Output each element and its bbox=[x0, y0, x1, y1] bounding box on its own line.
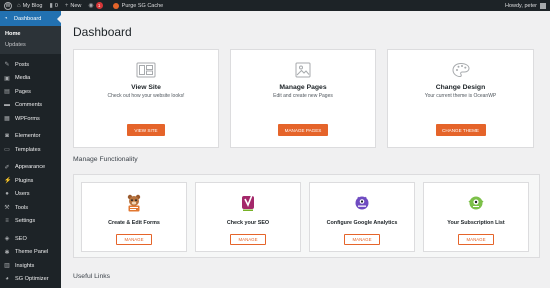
page-title: Dashboard bbox=[73, 25, 132, 39]
notification-badge: 1 bbox=[95, 2, 103, 9]
sidebar-item-media[interactable]: ▣ Media bbox=[0, 72, 61, 86]
yoast-seo-icon bbox=[242, 194, 254, 211]
wrench-icon: ⚒ bbox=[4, 205, 10, 212]
sidebar-item-sg-optimizer[interactable]: ◕ SG Optimizer bbox=[0, 273, 61, 287]
sidebar-item-elementor[interactable]: ◙ Elementor bbox=[0, 130, 61, 144]
manage-forms-button[interactable]: MANAGE bbox=[116, 234, 152, 245]
optinmonster-icon bbox=[468, 196, 484, 210]
website-layout-icon bbox=[136, 62, 156, 78]
function-title: Your Subscription List bbox=[447, 220, 505, 226]
sidebar-item-plugins[interactable]: ⚡ Plugins bbox=[0, 174, 61, 188]
comment-icon: ▬ bbox=[4, 102, 10, 109]
plug-icon: ⚡ bbox=[4, 178, 12, 185]
user-icon: ● bbox=[5, 191, 9, 198]
admin-bar: W ⌂ My Blog ▮ 0 + New ◉ 1 Purge SG Cache… bbox=[0, 0, 550, 11]
image-page-icon bbox=[295, 62, 311, 78]
function-title: Check your SEO bbox=[226, 220, 270, 226]
site-name-link[interactable]: ⌂ My Blog bbox=[17, 3, 43, 9]
sliders-icon: ≡ bbox=[5, 218, 9, 225]
home-icon: ⌂ bbox=[17, 2, 21, 9]
wordpress-logo-icon[interactable]: W bbox=[4, 1, 12, 10]
sidebar-item-templates[interactable]: ▭ Templates bbox=[0, 143, 61, 157]
function-title: Configure Google Analytics bbox=[326, 220, 398, 226]
card-subtitle: Check out how your website looks! bbox=[107, 93, 185, 99]
change-design-card: Change Design Your current theme is Ocea… bbox=[387, 49, 534, 148]
seo-icon: ◈ bbox=[4, 236, 10, 243]
card-subtitle: Edit and create new Pages bbox=[273, 93, 333, 99]
submenu-updates[interactable]: Updates bbox=[0, 39, 61, 50]
folder-icon: ▭ bbox=[4, 147, 10, 154]
sidebar-item-posts[interactable]: ✎ Posts bbox=[0, 58, 61, 72]
card-title: Change Design bbox=[435, 84, 486, 91]
admin-sidebar: ◔ Dashboard Home Updates ✎ Posts ▣ Media ▤… bbox=[0, 11, 61, 288]
section-heading-functionality: Manage Functionality bbox=[73, 156, 138, 163]
card-title: Manage Pages bbox=[279, 84, 327, 91]
media-icon: ▣ bbox=[4, 75, 10, 82]
sidebar-item-appearance[interactable]: ✐ Appearance bbox=[0, 161, 61, 175]
main-content: Dashboard View Site Check out how your w… bbox=[61, 11, 550, 288]
monsterinsights-icon bbox=[355, 196, 369, 210]
functionality-panel: Create & Edit Forms MANAGE Check your SE… bbox=[73, 174, 540, 258]
sidebar-item-wpforms[interactable]: ▦ WPForms bbox=[0, 112, 61, 126]
sidebar-item-settings[interactable]: ≡ Settings bbox=[0, 215, 61, 229]
analytics-function-card: Configure Google Analytics MANAGE bbox=[309, 182, 415, 252]
subscription-function-card: Your Subscription List MANAGE bbox=[423, 182, 529, 252]
sidebar-item-seo[interactable]: ◈ SEO bbox=[0, 232, 61, 246]
account-menu[interactable]: Howdy, peter bbox=[505, 0, 546, 11]
notification-icon: ◉ bbox=[88, 3, 94, 9]
view-site-card: View Site Check out how your website loo… bbox=[73, 49, 219, 148]
manage-analytics-button[interactable]: MANAGE bbox=[344, 234, 380, 245]
sidebar-item-theme-panel[interactable]: ✱ Theme Panel bbox=[0, 246, 61, 260]
comment-icon: ▮ bbox=[49, 3, 53, 9]
sidebar-item-users[interactable]: ● Users bbox=[0, 188, 61, 202]
comments-link[interactable]: ▮ 0 bbox=[49, 2, 58, 10]
wpforms-bear-icon bbox=[127, 194, 141, 212]
seo-function-card: Check your SEO MANAGE bbox=[195, 182, 301, 252]
plus-icon: + bbox=[64, 2, 69, 9]
pin-icon: ✎ bbox=[4, 62, 10, 69]
siteground-icon bbox=[112, 2, 119, 9]
dashboard-submenu: Home Updates bbox=[0, 26, 61, 54]
sidebar-item-tools[interactable]: ⚒ Tools bbox=[0, 201, 61, 215]
chart-icon: ▥ bbox=[4, 263, 10, 270]
sidebar-item-comments[interactable]: ▬ Comments bbox=[0, 99, 61, 113]
notifications-link[interactable]: ◉ 1 bbox=[88, 2, 105, 9]
manage-subscriptions-button[interactable]: MANAGE bbox=[458, 234, 494, 245]
view-site-button[interactable]: VIEW SITE bbox=[127, 124, 165, 136]
sidebar-item-dashboard[interactable]: ◔ Dashboard bbox=[0, 11, 61, 26]
palette-icon bbox=[451, 62, 470, 78]
card-subtitle: Your current theme is OceanWP bbox=[424, 93, 497, 99]
elementor-icon: ◙ bbox=[5, 133, 9, 140]
purge-cache-link[interactable]: Purge SG Cache bbox=[112, 2, 163, 9]
gear-icon: ✱ bbox=[4, 249, 10, 256]
brush-icon: ✐ bbox=[4, 164, 10, 171]
new-content-link[interactable]: + New bbox=[65, 3, 82, 9]
manage-pages-button[interactable]: MANAGE PAGES bbox=[278, 124, 328, 136]
submenu-home[interactable]: Home bbox=[0, 28, 61, 39]
form-icon: ▦ bbox=[4, 116, 10, 123]
change-theme-button[interactable]: CHANGE THEME bbox=[435, 124, 486, 136]
dashboard-icon: ◔ bbox=[4, 15, 8, 22]
section-heading-useful-links: Useful Links bbox=[73, 273, 111, 280]
manage-seo-button[interactable]: MANAGE bbox=[230, 234, 266, 245]
function-title: Create & Edit Forms bbox=[108, 220, 160, 226]
sidebar-item-insights[interactable]: ▥ Insights bbox=[0, 259, 61, 273]
forms-function-card: Create & Edit Forms MANAGE bbox=[81, 182, 187, 252]
sg-icon: ◕ bbox=[5, 276, 9, 283]
manage-pages-card: Manage Pages Edit and create new Pages M… bbox=[230, 49, 376, 148]
card-title: View Site bbox=[131, 84, 161, 91]
page-icon: ▤ bbox=[4, 89, 10, 96]
sidebar-item-pages[interactable]: ▤ Pages bbox=[0, 85, 61, 99]
avatar bbox=[540, 2, 546, 9]
